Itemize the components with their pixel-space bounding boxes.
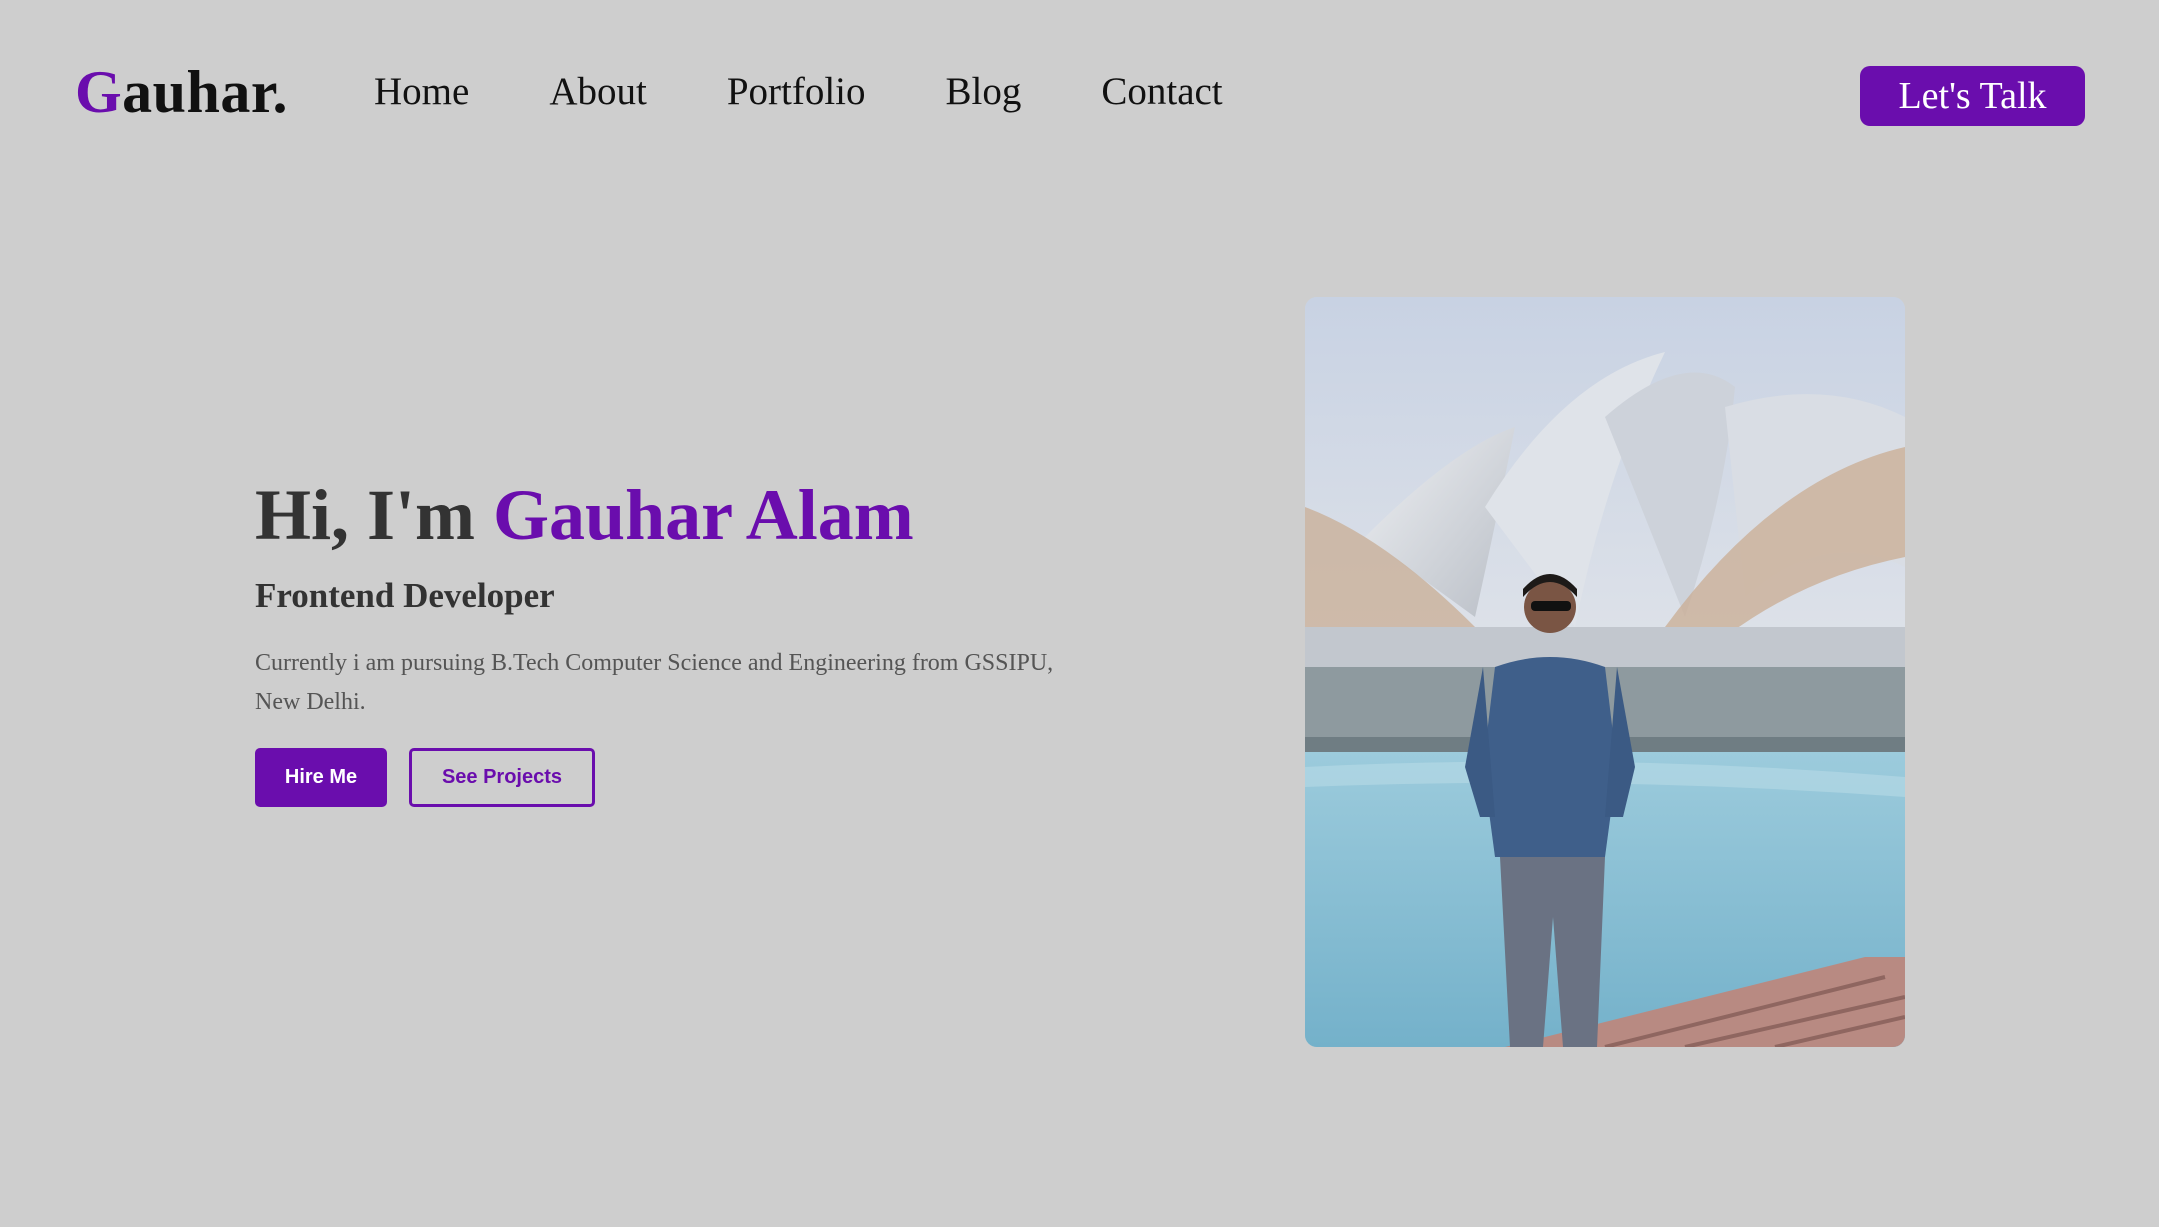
hire-me-button[interactable]: Hire Me <box>255 748 387 807</box>
nav-blog[interactable]: Blog <box>945 66 1021 118</box>
hero-name: Gauhar Alam <box>493 475 914 555</box>
nav-contact[interactable]: Contact <box>1101 66 1222 118</box>
logo-initial: G <box>75 59 123 125</box>
hero-actions: Hire Me See Projects <box>255 748 1085 807</box>
see-projects-button[interactable]: See Projects <box>409 748 595 807</box>
main-nav: Home About Portfolio Blog Contact <box>374 66 1303 118</box>
hero-description: Currently i am pursuing B.Tech Computer … <box>255 650 1054 715</box>
hero-section: Hi, I'm Gauhar Alam Frontend Developer C… <box>255 470 1085 807</box>
nav-home[interactable]: Home <box>374 66 469 118</box>
profile-photo <box>1305 297 1905 1047</box>
site-logo[interactable]: Gauhar. <box>75 54 288 130</box>
hero-title: Hi, I'm Gauhar Alam <box>255 470 1085 560</box>
nav-portfolio[interactable]: Portfolio <box>727 66 866 118</box>
hero-greeting: Hi, I'm <box>255 475 494 555</box>
logo-text: auhar. <box>122 59 289 125</box>
lets-talk-button[interactable]: Let's Talk <box>1860 66 2085 126</box>
hero-role: Frontend Developer <box>255 576 555 615</box>
site-header: Gauhar. Home About Portfolio Blog Contac… <box>0 0 2159 190</box>
nav-about[interactable]: About <box>549 66 647 118</box>
